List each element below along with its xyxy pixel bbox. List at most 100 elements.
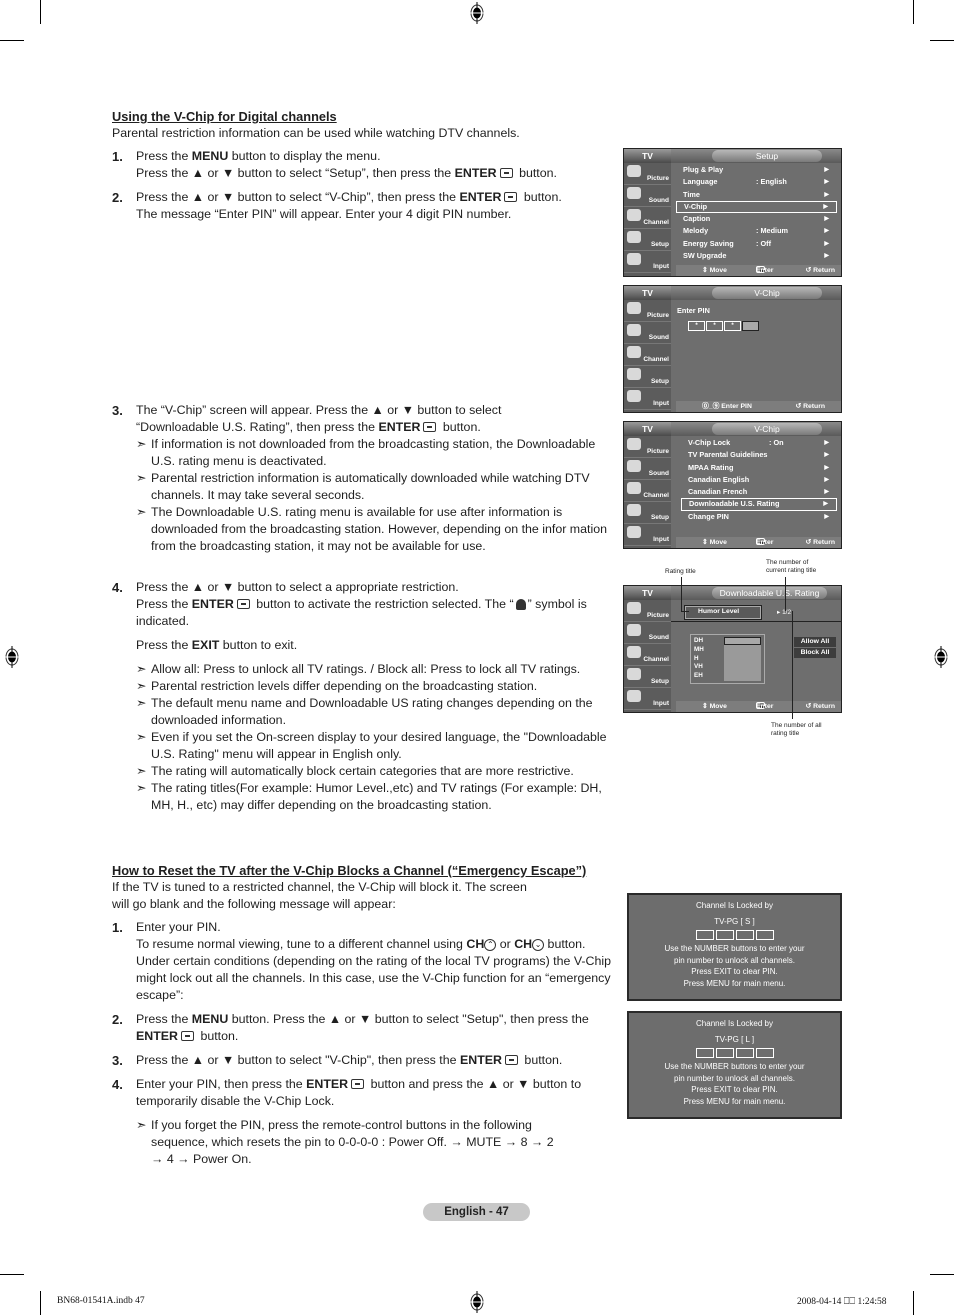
text: Press the ▲ or ▼ button to select a appr… [136, 580, 459, 594]
osd-setup-menu: TV Setup Picture Sound Channel Setup Inp… [623, 148, 842, 277]
text: button. [520, 1053, 563, 1067]
sidebar-item-sound[interactable]: Sound [624, 622, 671, 644]
menu-item-plug-play[interactable]: Plug & Play ▶ [676, 164, 837, 176]
sidebar-item-setup[interactable]: Setup [624, 366, 671, 388]
arrow-right-icon: ▶ [824, 253, 829, 260]
menu-item-time[interactable]: Time ▶ [676, 189, 837, 201]
sidebar-item-setup[interactable]: Setup [624, 666, 671, 688]
text: button. [520, 190, 562, 204]
sidebar-label: Channel [643, 492, 669, 499]
arrow-right-icon: ▶ [823, 501, 828, 508]
sidebar-label: Sound [648, 197, 669, 204]
sidebar-item-channel[interactable]: Channel [624, 207, 671, 229]
sidebar-label: Setup [650, 378, 669, 385]
menu-item-energy-saving[interactable]: Energy Saving: Off ▶ [676, 238, 837, 250]
note-arrow-icon: ➣ [136, 437, 147, 451]
item-label: Time [683, 189, 700, 199]
menu-item-language[interactable]: Language: English ▶ [676, 176, 837, 188]
locked-message: Press MENU for main menu. [683, 978, 786, 988]
sidebar-item-input[interactable]: Input [624, 388, 671, 410]
pin-input[interactable] [629, 930, 840, 940]
note-arrow-icon: ➣ [136, 471, 147, 485]
sidebar-label: Setup [650, 514, 669, 521]
sound-icon [627, 624, 641, 636]
item-label: Canadian English [688, 474, 750, 484]
arrow-right-icon: ▶ [824, 452, 829, 459]
sidebar-item-setup[interactable]: Setup [624, 229, 671, 251]
text: The message “Enter PIN” will appear. Ent… [136, 207, 512, 221]
menu-item-tv-parental-guidelines[interactable]: TV Parental Guidelines ▶ [681, 449, 837, 461]
registration-mark-icon [933, 646, 949, 668]
sidebar-item-sound[interactable]: Sound [624, 185, 671, 207]
arrow-right-icon: ▶ [824, 179, 829, 186]
enter-key-label: ENTER [459, 1053, 502, 1067]
osd-menu-list: V-Chip Lock: On ▶ TV Parental Guidelines ▶… [681, 437, 837, 523]
allow-all-button[interactable]: Allow All [794, 637, 836, 647]
menu-item-caption[interactable]: Caption ▶ [676, 213, 837, 225]
pin-input[interactable]: * * * [688, 321, 837, 331]
sidebar-item-input[interactable]: Input [624, 524, 671, 546]
sidebar-label: Input [653, 263, 669, 270]
sidebar-item-channel[interactable]: Channel [624, 644, 671, 666]
note-text: Allow all: Press to unlock all TV rating… [151, 662, 581, 676]
item-label: Canadian French [688, 487, 748, 497]
note-text: Even if you set the On-screen display to… [151, 730, 607, 761]
rating-item[interactable]: VH [694, 663, 704, 672]
item-value: : English [756, 177, 787, 187]
menu-item-vchip[interactable]: V-Chip ▶ [676, 200, 837, 214]
menu-item-downloadable-us-rating[interactable]: Downloadable U.S. Rating ▶ [681, 498, 837, 511]
menu-item-sw-upgrade[interactable]: SW Upgrade ▶ [676, 250, 837, 262]
channel-locked-screen: Channel Is Locked by TV-PG [ L ] Use the… [627, 1011, 842, 1119]
pin-digit [695, 930, 714, 940]
sidebar-item-input[interactable]: Input [624, 688, 671, 710]
osd-title: Downloadable U.S. Rating [712, 587, 827, 599]
menu-item-canadian-english[interactable]: Canadian English ▶ [681, 474, 837, 486]
lock-cell-selected[interactable] [724, 637, 761, 645]
item-value: : Medium [756, 226, 789, 236]
pin-digit [735, 930, 754, 940]
sidebar-item-sound[interactable]: Sound [624, 322, 671, 344]
menu-item-canadian-french[interactable]: Canadian French ▶ [681, 486, 837, 498]
channel-down-icon: ⌄ [532, 938, 545, 951]
sidebar-item-picture[interactable]: Picture [624, 163, 671, 185]
rating-title-selector[interactable]: Humor Level [684, 605, 762, 620]
osd-footer: ⇕ Move Enter ↺ Return [676, 701, 841, 712]
menu-item-melody[interactable]: Melody: Medium ▶ [676, 225, 837, 237]
osd-enter-pin: TV V-Chip Picture Sound Channel Setup In… [623, 285, 842, 413]
move-hint: ⇕ Move [702, 539, 727, 546]
block-all-button[interactable]: Block All [794, 648, 836, 658]
sidebar-item-channel[interactable]: Channel [624, 480, 671, 502]
enter-key-label: ENTER [136, 1029, 178, 1043]
rating-item[interactable]: EH [694, 672, 704, 681]
sidebar-item-sound[interactable]: Sound [624, 458, 671, 480]
channel-up-icon: ⌃ [484, 938, 497, 951]
enter-hint-label: Enter [756, 267, 774, 274]
item-label: V-Chip Lock [688, 438, 731, 447]
note-text: Parental restriction information is auto… [151, 471, 590, 502]
rating-item[interactable]: MH [694, 646, 704, 655]
note-arrow-icon: ➣ [136, 662, 147, 676]
registration-mark-icon [469, 1291, 485, 1313]
lock-icon [515, 599, 526, 611]
menu-item-vchip-lock[interactable]: V-Chip Lock: On ▶ [681, 437, 837, 449]
picture-icon [627, 302, 641, 314]
menu-item-mpaa-rating[interactable]: MPAA Rating ▶ [681, 462, 837, 474]
sidebar-item-setup[interactable]: Setup [624, 502, 671, 524]
sidebar-item-picture[interactable]: Picture [624, 600, 671, 622]
pin-input[interactable] [629, 1048, 840, 1058]
osd-tv-label: TV [624, 422, 671, 436]
setup-gear-icon [627, 668, 641, 680]
rating-item[interactable]: DH [694, 637, 704, 646]
sidebar-item-picture[interactable]: Picture [624, 436, 671, 458]
item-label: Melody [683, 226, 709, 236]
return-hint: ↺ Return [805, 267, 835, 274]
sound-icon [627, 460, 641, 472]
rating-item[interactable]: H [694, 655, 704, 664]
note-text: The rating titles(For example: Humor Lev… [151, 781, 602, 812]
sidebar-item-channel[interactable]: Channel [624, 344, 671, 366]
menu-item-change-pin[interactable]: Change PIN ▶ [681, 511, 837, 523]
sidebar-item-picture[interactable]: Picture [624, 300, 671, 322]
channel-key-label: CH [514, 937, 533, 951]
note-arrow-icon: ➣ [136, 781, 147, 795]
sidebar-item-input[interactable]: Input [624, 251, 671, 273]
